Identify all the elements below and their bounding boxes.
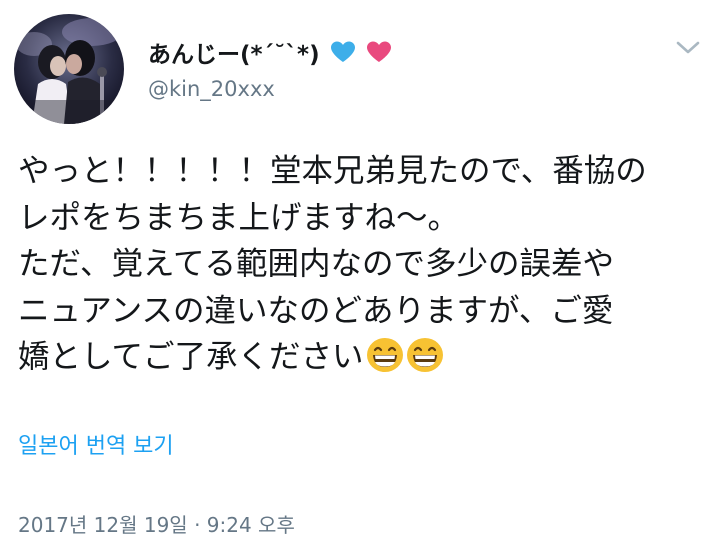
timestamp[interactable]: 2017년 12월 19일 · 9:24 오후	[18, 511, 295, 539]
tweet-body: やっと！！！！！堂本兄弟見たので、番協の レポをちまちま上げますね〜。 ただ、覚…	[18, 153, 647, 375]
grinning-face-icon	[406, 337, 444, 387]
avatar[interactable]	[14, 14, 124, 124]
tweet-text: やっと！！！！！堂本兄弟見たので、番協の レポをちまちま上げますね〜。 ただ、覚…	[18, 148, 708, 387]
handle[interactable]: @kin_20xxx	[148, 75, 392, 103]
grinning-face-icon	[366, 337, 404, 387]
chevron-down-icon[interactable]	[674, 38, 702, 58]
display-name[interactable]: あんじー(*´˘`*)	[148, 42, 320, 68]
author-info: あんじー(*´˘`*) @kin_20xxx	[148, 40, 392, 103]
blue-heart-icon	[330, 41, 356, 71]
avatar-photo	[14, 14, 124, 124]
tweet-header: あんじー(*´˘`*) @kin_20xxx	[14, 14, 706, 126]
translate-link[interactable]: 일본어 번역 보기	[18, 432, 174, 462]
pink-heart-icon	[366, 41, 392, 71]
display-name-row[interactable]: あんじー(*´˘`*)	[148, 40, 392, 71]
